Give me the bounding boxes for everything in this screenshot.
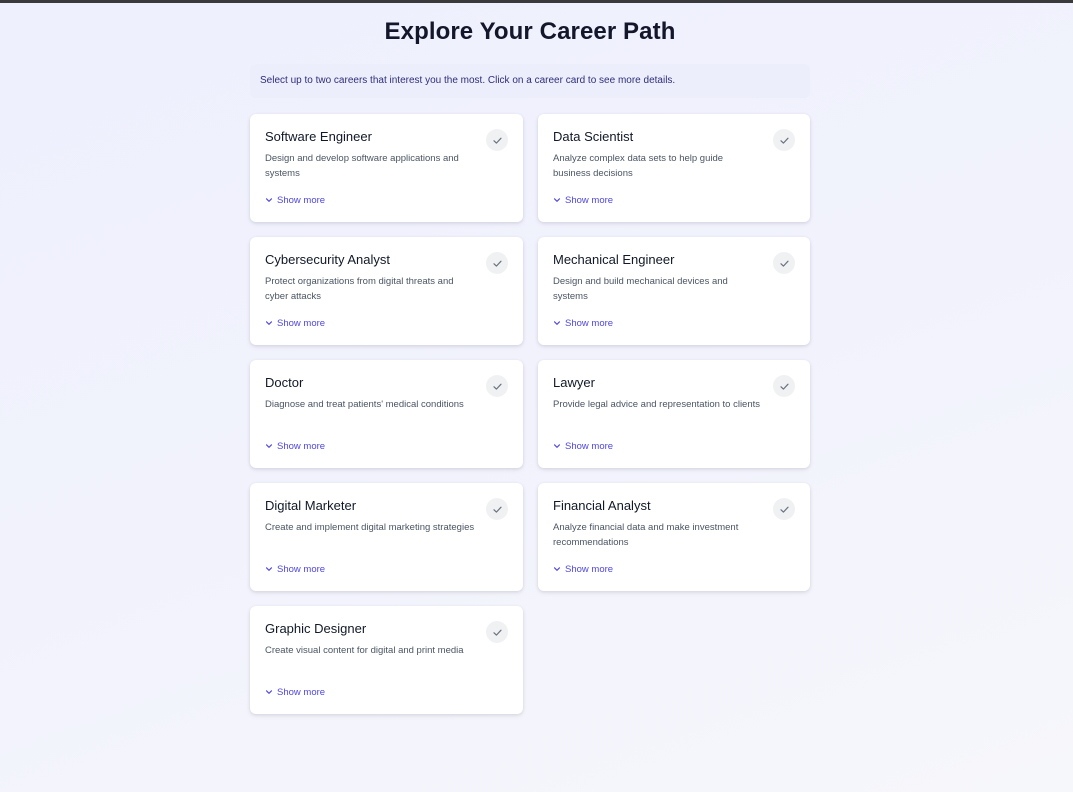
career-card-data-scientist[interactable]: Data Scientist Analyze complex data sets… (538, 114, 810, 222)
show-more-label: Show more (277, 440, 326, 452)
chevron-down-icon (265, 198, 273, 202)
show-more-button[interactable]: Show more (265, 563, 325, 575)
check-icon (779, 137, 789, 144)
select-career-toggle[interactable] (773, 498, 795, 520)
chevron-down-icon (265, 567, 273, 571)
show-more-button[interactable]: Show more (265, 440, 325, 452)
chevron-down-icon (265, 321, 273, 325)
select-career-toggle[interactable] (486, 129, 508, 151)
select-career-toggle[interactable] (773, 129, 795, 151)
career-card-title: Data Scientist (553, 129, 634, 144)
show-more-label: Show more (277, 317, 326, 329)
check-icon (492, 137, 502, 144)
career-card-description: Provide legal advice and representation … (553, 399, 761, 410)
chevron-down-icon (265, 444, 273, 448)
check-icon (492, 506, 502, 513)
show-more-button[interactable]: Show more (553, 563, 613, 575)
select-career-toggle[interactable] (486, 375, 508, 397)
show-more-label: Show more (277, 194, 326, 206)
career-grid: Software Engineer Design and develop sof… (250, 114, 810, 714)
career-card-title: Financial Analyst (553, 498, 651, 513)
career-card-financial-analyst[interactable]: Financial Analyst Analyze financial data… (538, 483, 810, 591)
show-more-label: Show more (277, 563, 326, 575)
career-card-title: Software Engineer (265, 129, 372, 144)
career-card-description: Create visual content for digital and pr… (265, 645, 464, 656)
chevron-down-icon (265, 690, 273, 694)
show-more-button[interactable]: Show more (265, 686, 325, 698)
show-more-label: Show more (565, 317, 614, 329)
career-card-description: Protect organizations from digital threa… (265, 276, 454, 302)
career-card-software-engineer[interactable]: Software Engineer Design and develop sof… (250, 114, 523, 222)
career-card-description: Diagnose and treat patients' medical con… (265, 399, 464, 410)
show-more-label: Show more (565, 440, 614, 452)
career-card-title: Graphic Designer (265, 621, 367, 636)
career-card-graphic-designer[interactable]: Graphic Designer Create visual content f… (250, 606, 523, 714)
career-card-description: Analyze complex data sets to help guide … (553, 153, 724, 179)
career-card-lawyer[interactable]: Lawyer Provide legal advice and represen… (538, 360, 810, 468)
career-card-doctor[interactable]: Doctor Diagnose and treat patients' medi… (250, 360, 523, 468)
chevron-down-icon (553, 198, 561, 202)
career-card-description: Create and implement digital marketing s… (265, 522, 475, 533)
career-card-digital-marketer[interactable]: Digital Marketer Create and implement di… (250, 483, 523, 591)
select-career-toggle[interactable] (773, 375, 795, 397)
show-more-label: Show more (277, 686, 326, 698)
career-card-description: Design and build mechanical devices and … (553, 276, 728, 302)
check-icon (779, 260, 789, 267)
chevron-down-icon (553, 444, 561, 448)
chevron-down-icon (553, 321, 561, 325)
select-career-toggle[interactable] (486, 252, 508, 274)
show-more-label: Show more (565, 194, 614, 206)
check-icon (779, 506, 789, 513)
show-more-button[interactable]: Show more (265, 317, 325, 329)
instructions-banner: Select up to two careers that interest y… (250, 64, 810, 98)
select-career-toggle[interactable] (486, 621, 508, 643)
check-icon (492, 260, 502, 267)
career-card-description: Design and develop software applications… (265, 153, 459, 179)
check-icon (492, 629, 502, 636)
career-card-title: Mechanical Engineer (553, 252, 675, 267)
career-card-title: Doctor (265, 375, 304, 390)
check-icon (492, 383, 502, 390)
show-more-label: Show more (565, 563, 614, 575)
select-career-toggle[interactable] (773, 252, 795, 274)
career-selection-page: Explore Your Career Path Select up to tw… (250, 3, 810, 714)
select-career-toggle[interactable] (486, 498, 508, 520)
career-card-mechanical-engineer[interactable]: Mechanical Engineer Design and build mec… (538, 237, 810, 345)
career-card-title: Lawyer (553, 375, 595, 390)
page-title: Explore Your Career Path (384, 18, 676, 45)
career-card-title: Cybersecurity Analyst (265, 252, 390, 267)
career-card-title: Digital Marketer (265, 498, 357, 513)
show-more-button[interactable]: Show more (553, 440, 613, 452)
show-more-button[interactable]: Show more (553, 317, 613, 329)
chevron-down-icon (553, 567, 561, 571)
check-icon (779, 383, 789, 390)
career-card-cybersecurity-analyst[interactable]: Cybersecurity Analyst Protect organizati… (250, 237, 523, 345)
show-more-button[interactable]: Show more (553, 194, 613, 206)
career-card-description: Analyze financial data and make investme… (553, 522, 739, 548)
show-more-button[interactable]: Show more (265, 194, 325, 206)
